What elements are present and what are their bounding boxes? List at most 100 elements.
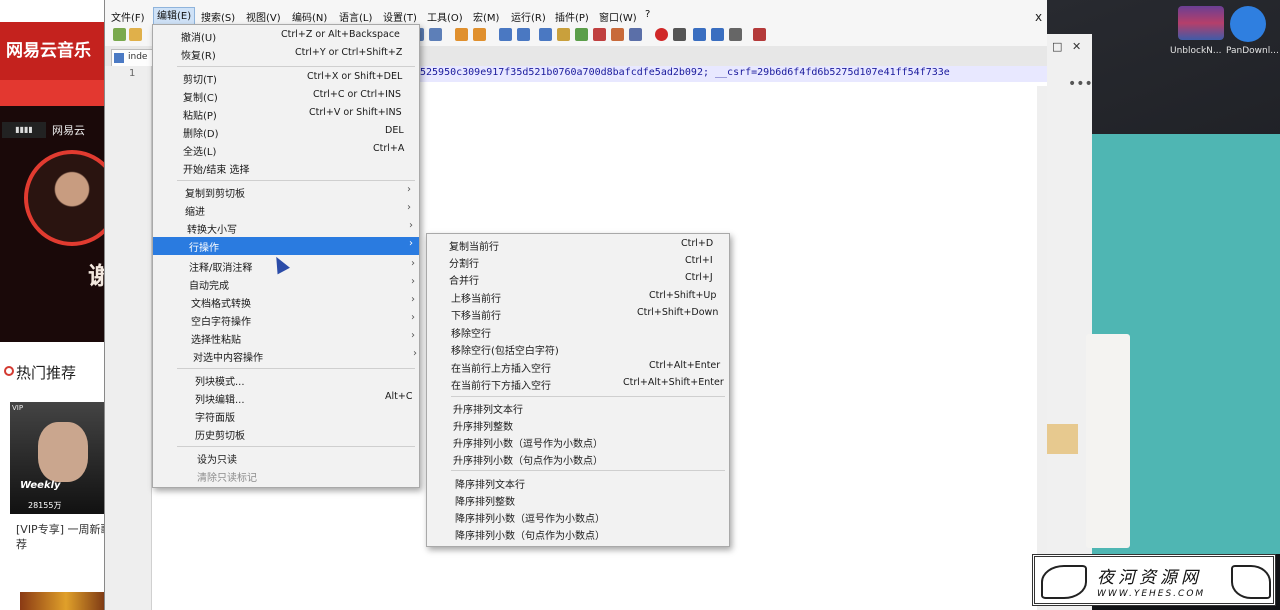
fold-icon[interactable] [557, 28, 570, 41]
file-icon [114, 53, 124, 63]
menu-item-convert-case[interactable]: 转换大小写 › [153, 219, 419, 237]
submenu-arrow-icon: › [407, 202, 411, 213]
more-icon[interactable]: ••• [1068, 76, 1093, 92]
menu-window[interactable]: 窗口(W) [599, 9, 637, 24]
menu-item-clipboard-history[interactable]: 历史剪切板 [153, 425, 419, 443]
close-icon[interactable]: ✕ [1072, 40, 1081, 53]
new-file-icon[interactable] [113, 28, 126, 41]
menu-language[interactable]: 语言(L) [339, 9, 372, 24]
menu-macro[interactable]: 宏(M) [473, 9, 499, 24]
menu-item-column-editor[interactable]: 列块编辑... Alt+C [153, 389, 419, 407]
menu-item-column-mode[interactable]: 列块模式... [153, 371, 419, 389]
menu-file[interactable]: 文件(F) [111, 9, 145, 24]
line-number: 1 [129, 68, 136, 79]
menu-item-begin-end-select[interactable]: 开始/结束 选择 [153, 159, 419, 177]
menu-separator [177, 180, 415, 181]
window-close-button[interactable]: x [1035, 10, 1042, 24]
open-file-icon[interactable] [129, 28, 142, 41]
indent-guide-icon[interactable] [539, 28, 552, 41]
play-macro-icon[interactable] [693, 28, 706, 41]
menu-item-delete[interactable]: 删除(D) DEL [153, 123, 419, 141]
menu-item-paste[interactable]: 粘贴(P) Ctrl+V or Shift+INS [153, 105, 419, 123]
menu-run[interactable]: 运行(R) [511, 9, 546, 24]
sync-scroll-icon[interactable] [499, 28, 512, 41]
function-list-icon[interactable] [593, 28, 606, 41]
zoom-in-icon[interactable] [455, 28, 468, 41]
code-line-text[interactable]: 525950c309e917f35d521b0760a700d8bafcdfe5… [420, 67, 950, 78]
hot-section-icon [4, 366, 14, 376]
menu-separator [177, 446, 415, 447]
menu-item-undo[interactable]: 撤消(U) Ctrl+Z or Alt+Backspace [153, 27, 419, 45]
menu-item-insert-blank-above[interactable]: 在当前行上方插入空行 Ctrl+Alt+Enter [427, 358, 729, 376]
menu-item-sort-decimal-dot-desc[interactable]: 降序排列小数（句点作为小数点） [427, 525, 729, 543]
desktop-icon-label[interactable]: UnblockN... [1170, 46, 1222, 56]
menu-item-remove-empty-lines[interactable]: 移除空行 [427, 323, 729, 341]
menu-item-blank-operations[interactable]: 空白字符操作 › [153, 311, 419, 329]
line-number-gutter: 1 [105, 66, 152, 610]
menu-item-line-operations[interactable]: 行操作 › [153, 237, 419, 255]
file-tab[interactable]: inde [111, 49, 157, 66]
winrar-icon[interactable] [1178, 6, 1224, 40]
banner-brand: 网易云 [52, 124, 85, 137]
maximize-icon[interactable]: □ [1052, 40, 1062, 53]
hot-section-title: 热门推荐 [16, 364, 77, 382]
menu-help[interactable]: ? [645, 9, 650, 20]
menu-item-clear-read-only: 清除只读标记 [197, 473, 257, 484]
find-icon[interactable] [429, 28, 442, 41]
ornament-left-icon [1041, 565, 1087, 599]
menu-item-on-selection[interactable]: 对选中内容操作 › [153, 347, 419, 365]
desktop-icon-label[interactable]: PanDownl... [1226, 46, 1279, 56]
menu-encoding[interactable]: 编码(N) [292, 9, 327, 24]
background-card [1086, 334, 1130, 548]
menu-item-sort-decimal-dot-asc[interactable]: 升序排列小数（句点作为小数点） [427, 450, 729, 468]
record-macro-icon[interactable] [655, 28, 668, 41]
save-macro-icon[interactable] [729, 28, 742, 41]
watermark-title: 夜河资源网 [1097, 568, 1202, 588]
menu-item-join-lines[interactable]: 合并行 Ctrl+J [427, 270, 729, 288]
menu-item-paste-special[interactable]: 选择性粘贴 › [153, 329, 419, 347]
menu-item-indent[interactable]: 缩进 › [153, 201, 419, 219]
menu-item-insert-blank-below[interactable]: 在当前行下方插入空行 Ctrl+Alt+Shift+Enter [427, 375, 729, 393]
menu-item-sort-decimal-comma-desc[interactable]: 降序排列小数（逗号作为小数点） [427, 508, 729, 526]
menu-item-move-line-up[interactable]: 上移当前行 Ctrl+Shift+Up [427, 288, 729, 306]
menu-item-remove-empty-lines-blank[interactable]: 移除空行(包括空白字符) [427, 340, 729, 358]
menu-settings[interactable]: 设置(T) [383, 9, 417, 24]
stop-macro-icon[interactable] [673, 28, 686, 41]
menu-search[interactable]: 搜索(S) [201, 9, 235, 24]
zoom-out-icon[interactable] [473, 28, 486, 41]
menu-plugins[interactable]: 插件(P) [555, 9, 589, 24]
cloud-icon[interactable] [1230, 6, 1266, 42]
watermark-url: WWW.YEHES.COM [1097, 589, 1206, 599]
menu-item-copy[interactable]: 复制(C) Ctrl+C or Ctrl+INS [153, 87, 419, 105]
menu-item-cut[interactable]: 剪切(T) Ctrl+X or Shift+DEL [153, 69, 419, 87]
menu-item-auto-complete[interactable]: 自动完成 › [153, 275, 419, 293]
menu-item-character-panel[interactable]: 字符面版 [153, 407, 419, 425]
submenu-arrow-icon: › [411, 330, 415, 341]
menu-item-sort-int-desc[interactable]: 降序排列整数 [427, 491, 729, 509]
menu-item-sort-text-asc[interactable]: 升序排列文本行 [427, 399, 729, 417]
menu-item-sort-int-asc[interactable]: 升序排列整数 [427, 416, 729, 434]
monitor-icon[interactable] [629, 28, 642, 41]
menu-item-duplicate-line[interactable]: 复制当前行 Ctrl+D [427, 236, 729, 254]
spell-check-icon[interactable] [753, 28, 766, 41]
menu-item-copy-to-clipboard[interactable]: 复制到剪切板 › [153, 183, 419, 201]
menu-item-sort-decimal-comma-asc[interactable]: 升序排列小数（逗号作为小数点） [427, 433, 729, 451]
menu-tools[interactable]: 工具(O) [427, 9, 463, 24]
menu-item-set-read-only[interactable]: 设为只读 [153, 449, 419, 467]
menu-item-split-lines[interactable]: 分割行 Ctrl+I [427, 253, 729, 271]
submenu-arrow-icon: › [411, 294, 415, 305]
menu-separator [451, 396, 725, 397]
playlist-thumb[interactable] [20, 592, 112, 610]
vertical-scrollbar[interactable] [1037, 86, 1047, 610]
menu-item-move-line-down[interactable]: 下移当前行 Ctrl+Shift+Down [427, 305, 729, 323]
folder-icon[interactable] [611, 28, 624, 41]
menu-item-eol-conversion[interactable]: 文档格式转换 › [153, 293, 419, 311]
run-macro-multiple-icon[interactable] [711, 28, 724, 41]
menu-item-select-all[interactable]: 全选(L) Ctrl+A [153, 141, 419, 159]
play-count: 28155万 [28, 501, 62, 510]
doc-map-icon[interactable] [575, 28, 588, 41]
menu-item-redo[interactable]: 恢复(R) Ctrl+Y or Ctrl+Shift+Z [153, 45, 419, 63]
menu-item-sort-text-desc[interactable]: 降序排列文本行 [427, 474, 729, 492]
word-wrap-icon[interactable] [517, 28, 530, 41]
menu-view[interactable]: 视图(V) [246, 9, 281, 24]
